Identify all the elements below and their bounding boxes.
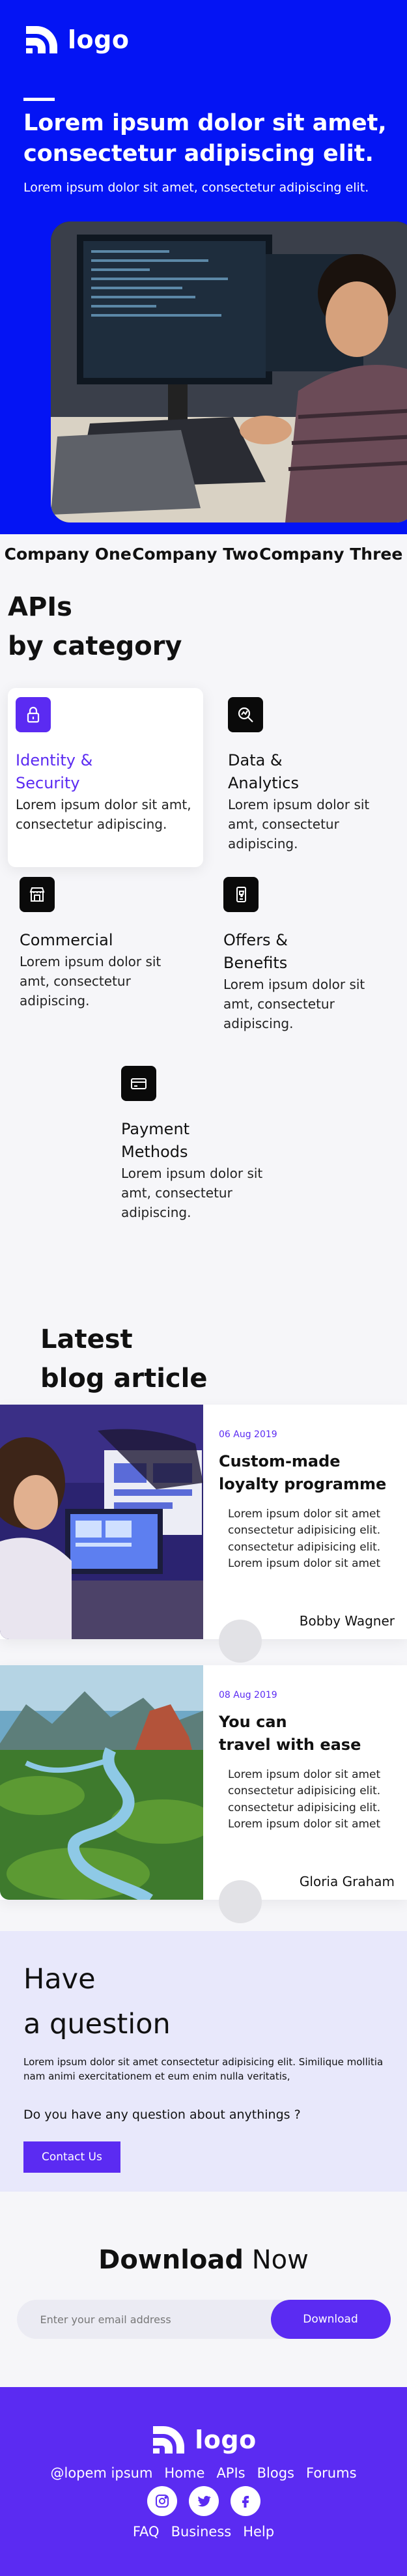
api-card-payment-methods[interactable]: Payment Methods Lorem ipsum dolor sit amt… <box>121 1066 284 1222</box>
logo-text: logo <box>68 25 130 54</box>
contact-us-button[interactable]: Contact Us <box>23 2141 120 2173</box>
footer-link-faq[interactable]: FAQ <box>133 2524 160 2540</box>
api-card-title: Identity & Security <box>16 751 93 792</box>
hero-subtitle: Lorem ipsum dolor sit amet, consectetur … <box>23 180 369 195</box>
phone-tag-icon <box>223 877 259 912</box>
blog-section: Latest blog article 06 Aug 2019 Custom-ma… <box>0 1281 407 1923</box>
hero-section: logo Lorem ipsum dolor sit amet, consect… <box>0 0 407 534</box>
storefront-icon <box>20 877 55 912</box>
company-name: Company Three <box>259 544 403 564</box>
header-logo[interactable]: logo <box>23 23 129 56</box>
api-card-desc: Lorem ipsum dolor sit amt, consectetur a… <box>228 796 370 852</box>
api-card-desc: Lorem ipsum dolor sit amt, consectetur a… <box>16 796 191 832</box>
blog-card[interactable]: 08 Aug 2019 You can travel with ease Lore… <box>0 1665 407 1923</box>
question-prompt: Do you have any question about anythings… <box>23 2107 301 2122</box>
api-card-title: Offers & Benefits <box>223 931 288 972</box>
api-card-title: Payment Methods <box>121 1120 190 1161</box>
footer-secondary-nav: FAQ Business Help <box>0 2524 407 2540</box>
blog-image-developer <box>0 1405 203 1639</box>
hero-image <box>51 222 407 522</box>
instagram-icon[interactable] <box>147 2486 177 2516</box>
api-card-desc: Lorem ipsum dolor sit amt, consectetur a… <box>20 953 161 1009</box>
footer-logo[interactable]: logo <box>0 2424 407 2456</box>
twitter-icon[interactable] <box>188 2486 219 2516</box>
hero-title: Lorem ipsum dolor sit amet, consectetur … <box>23 110 387 167</box>
api-card-title: Data & Analytics <box>228 751 299 792</box>
avatar <box>219 1620 262 1663</box>
apis-section: APIs by category Identity & Security Lore… <box>0 573 407 1281</box>
download-form: Download <box>16 2300 391 2339</box>
magnifier-chart-icon <box>228 697 263 732</box>
apis-title: APIs by category <box>0 573 407 688</box>
avatar <box>219 1880 262 1923</box>
footer: logo @lopem ipsum Home APIs Blogs Forums… <box>0 2387 407 2576</box>
lock-icon <box>16 697 51 732</box>
footer-link-home[interactable]: Home <box>164 2465 204 2481</box>
blog-card-excerpt: Lorem ipsum dolor sit amet consectetur a… <box>228 1507 381 1571</box>
footer-link-forums[interactable]: Forums <box>306 2465 357 2481</box>
blog-card-body: 06 Aug 2019 Custom-made loyalty programme… <box>203 1405 407 1663</box>
email-input[interactable] <box>16 2313 271 2326</box>
api-card-desc: Lorem ipsum dolor sit amt, consectetur a… <box>121 1165 263 1220</box>
download-button[interactable]: Download <box>270 2300 391 2339</box>
blog-card-title[interactable]: You can travel with ease <box>219 1711 407 1756</box>
blog-card-excerpt: Lorem ipsum dolor sit amet consectetur a… <box>228 1767 381 1831</box>
question-text: Lorem ipsum dolor sit amet consectetur a… <box>23 2055 384 2083</box>
api-card-identity-security[interactable]: Identity & Security Lorem ipsum dolor sit… <box>8 688 203 867</box>
blog-date: 06 Aug 2019 <box>219 1429 277 1440</box>
footer-nav: @lopem ipsum Home APIs Blogs Forums <box>0 2465 407 2481</box>
api-card-data-analytics[interactable]: Data & Analytics Lorem ipsum dolor sit am… <box>228 697 391 853</box>
api-card-offers-benefits[interactable]: Offers & Benefits Lorem ipsum dolor sit a… <box>223 877 393 1033</box>
question-title: Have a question <box>23 1963 171 2040</box>
blog-image-river <box>0 1665 203 1900</box>
download-section: Download Now Download <box>0 2192 407 2387</box>
company-name: Company One <box>4 544 132 564</box>
apis-title-line1: APIs <box>8 592 72 622</box>
blog-author: Gloria Graham <box>299 1874 395 1889</box>
logo-icon <box>153 2426 185 2454</box>
footer-link-business[interactable]: Business <box>171 2524 232 2540</box>
blog-card-body: 08 Aug 2019 You can travel with ease Lore… <box>203 1665 407 1923</box>
blog-date: 08 Aug 2019 <box>219 1690 277 1700</box>
footer-link-apis[interactable]: APIs <box>216 2465 245 2481</box>
blog-card-title[interactable]: Custom-made loyalty programme <box>219 1450 407 1496</box>
logo-icon <box>26 26 57 53</box>
logo-text: logo <box>195 2426 257 2454</box>
company-name: Company Two <box>132 544 259 564</box>
blog-card[interactable]: 06 Aug 2019 Custom-made loyalty programme… <box>0 1405 407 1663</box>
api-card-desc: Lorem ipsum dolor sit amt, consectetur a… <box>223 976 365 1031</box>
footer-link-help[interactable]: Help <box>243 2524 274 2540</box>
hero-accent-line <box>23 98 55 101</box>
api-card-commercial[interactable]: Commercial Lorem ipsum dolor sit amt, co… <box>20 877 182 1010</box>
download-title: Download Now <box>98 2245 309 2275</box>
social-links <box>0 2486 407 2516</box>
company-logos: Company One Company Two Company Three <box>0 534 407 573</box>
credit-card-icon <box>121 1066 156 1101</box>
question-section: Have a question Lorem ipsum dolor sit ame… <box>0 1931 407 2192</box>
footer-link-blogs[interactable]: Blogs <box>257 2465 294 2481</box>
blog-author: Bobby Wagner <box>299 1613 395 1629</box>
apis-title-line2: by category <box>8 631 182 661</box>
facebook-icon[interactable] <box>230 2486 260 2516</box>
footer-link-handle[interactable]: @lopem ipsum <box>50 2465 152 2481</box>
api-card-title: Commercial <box>20 931 113 949</box>
blog-title: Latest blog article <box>40 1324 208 1394</box>
api-category-grid: Identity & Security Lorem ipsum dolor sit… <box>0 688 407 1281</box>
